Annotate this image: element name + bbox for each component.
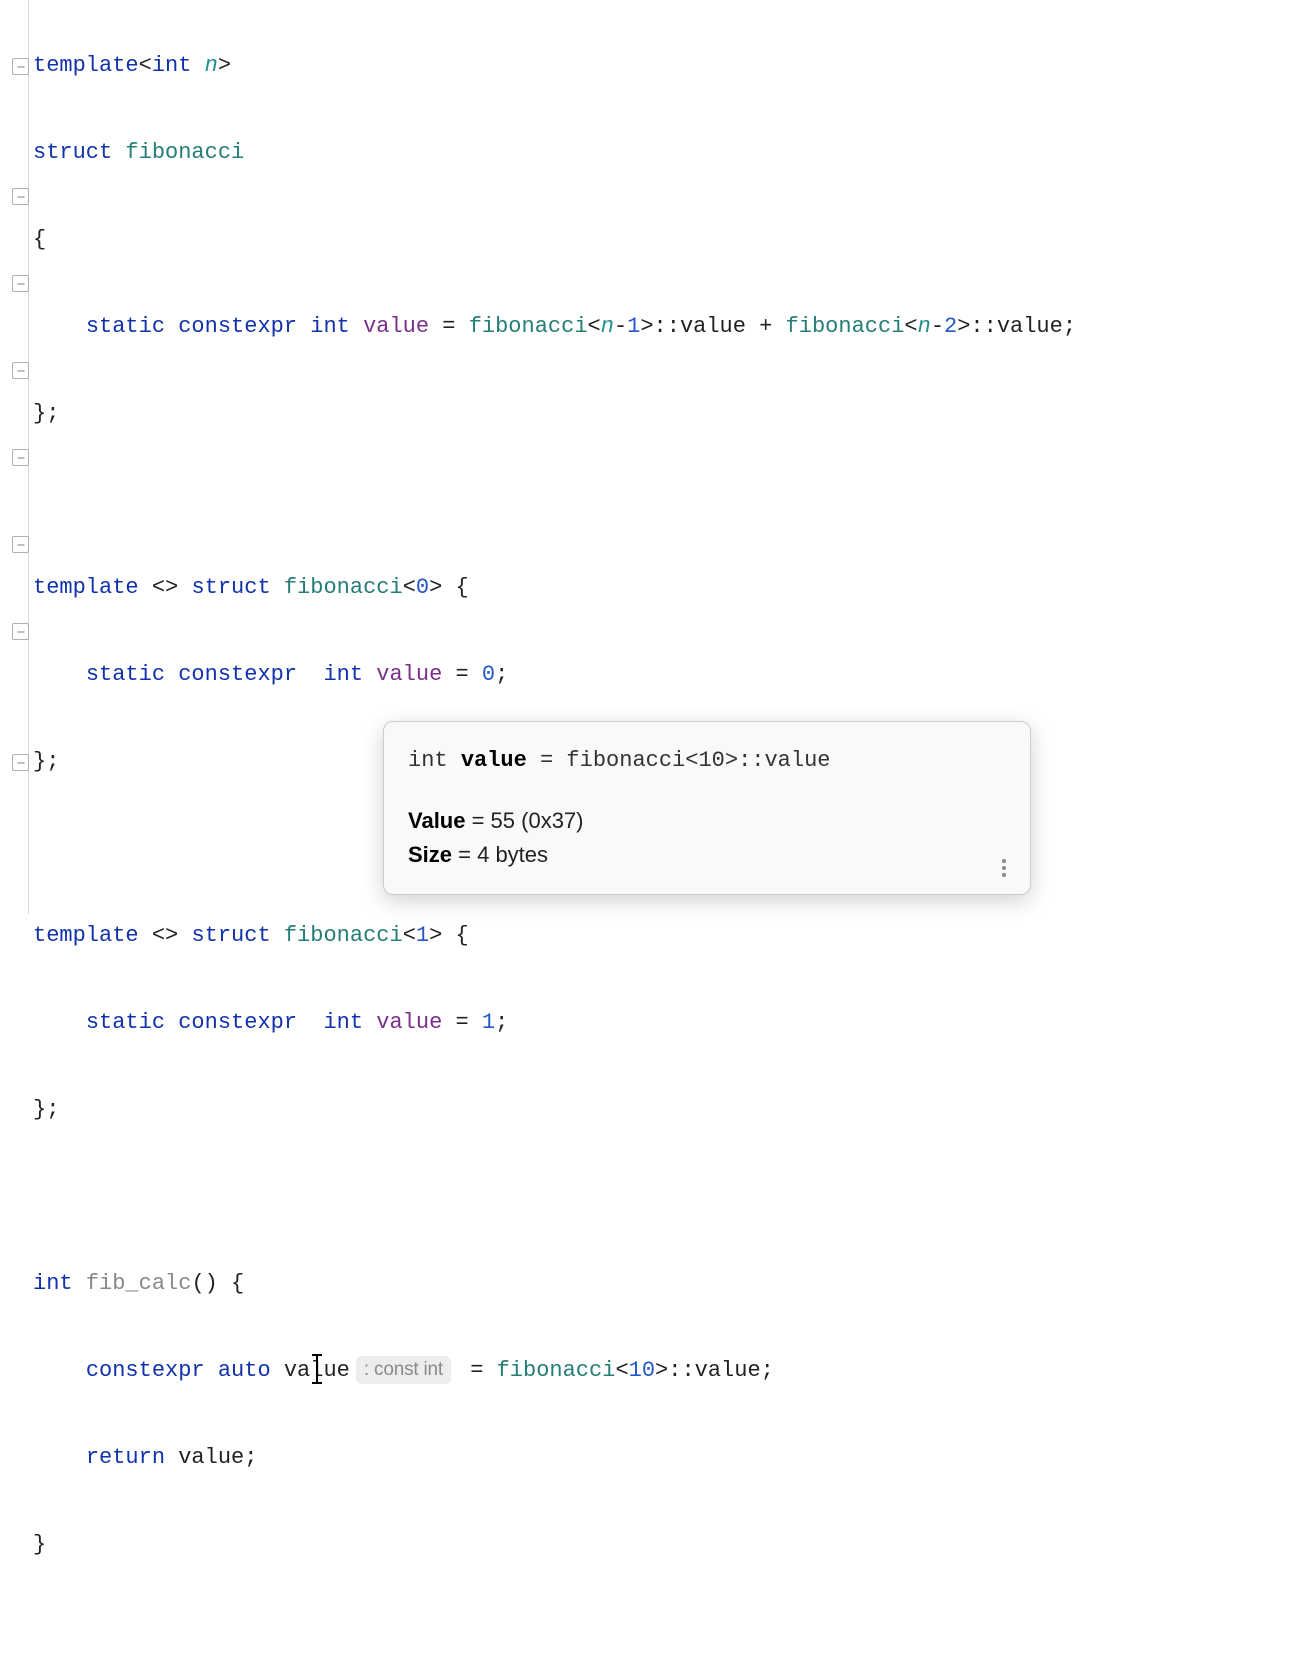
code-line[interactable]: static constexpr int value = 0; bbox=[33, 653, 1304, 697]
fold-toggle-icon[interactable] bbox=[12, 449, 29, 466]
code-line[interactable]: } bbox=[33, 1523, 1304, 1567]
code-line[interactable]: int fib_calc() { bbox=[33, 1262, 1304, 1306]
hover-tooltip: int value = fibonacci<10>::value Value =… bbox=[383, 721, 1031, 895]
code-line[interactable]: template <> struct fibonacci<0> { bbox=[33, 566, 1304, 610]
inlay-hint: : const int bbox=[356, 1356, 451, 1384]
fold-toggle-icon[interactable] bbox=[12, 188, 29, 205]
text-cursor-icon bbox=[316, 1355, 318, 1383]
code-line[interactable]: constexpr auto value: const int = fibona… bbox=[33, 1349, 1304, 1393]
fold-toggle-icon[interactable] bbox=[12, 275, 29, 292]
code-line[interactable]: static constexpr int value = fibonacci<n… bbox=[33, 305, 1304, 349]
code-line[interactable]: static constexpr int value = 1; bbox=[33, 1001, 1304, 1045]
fold-toggle-icon[interactable] bbox=[12, 536, 29, 553]
gutter bbox=[0, 0, 29, 914]
code-line[interactable]: template<int n> bbox=[33, 44, 1304, 88]
more-actions-icon[interactable] bbox=[992, 856, 1016, 880]
fold-toggle-icon[interactable] bbox=[12, 623, 29, 640]
code-line[interactable] bbox=[33, 479, 1304, 523]
tooltip-size-row: Size = 4 bytes bbox=[408, 838, 1006, 872]
tooltip-value-row: Value = 55 (0x37) bbox=[408, 804, 1006, 838]
fold-toggle-icon[interactable] bbox=[12, 754, 29, 771]
code-line[interactable]: }; bbox=[33, 392, 1304, 436]
fold-toggle-icon[interactable] bbox=[12, 362, 29, 379]
code-line[interactable]: struct fibonacci bbox=[33, 131, 1304, 175]
fold-toggle-icon[interactable] bbox=[12, 58, 29, 75]
code-line[interactable] bbox=[33, 1175, 1304, 1219]
code-line[interactable]: }; bbox=[33, 1088, 1304, 1132]
code-line[interactable]: template <> struct fibonacci<1> { bbox=[33, 914, 1304, 958]
code-line[interactable]: { bbox=[33, 218, 1304, 262]
code-line[interactable]: return value; bbox=[33, 1436, 1304, 1480]
tooltip-definition: int value = fibonacci<10>::value bbox=[408, 744, 1006, 778]
code-editor[interactable]: template<int n> struct fibonacci { stati… bbox=[0, 0, 1304, 914]
